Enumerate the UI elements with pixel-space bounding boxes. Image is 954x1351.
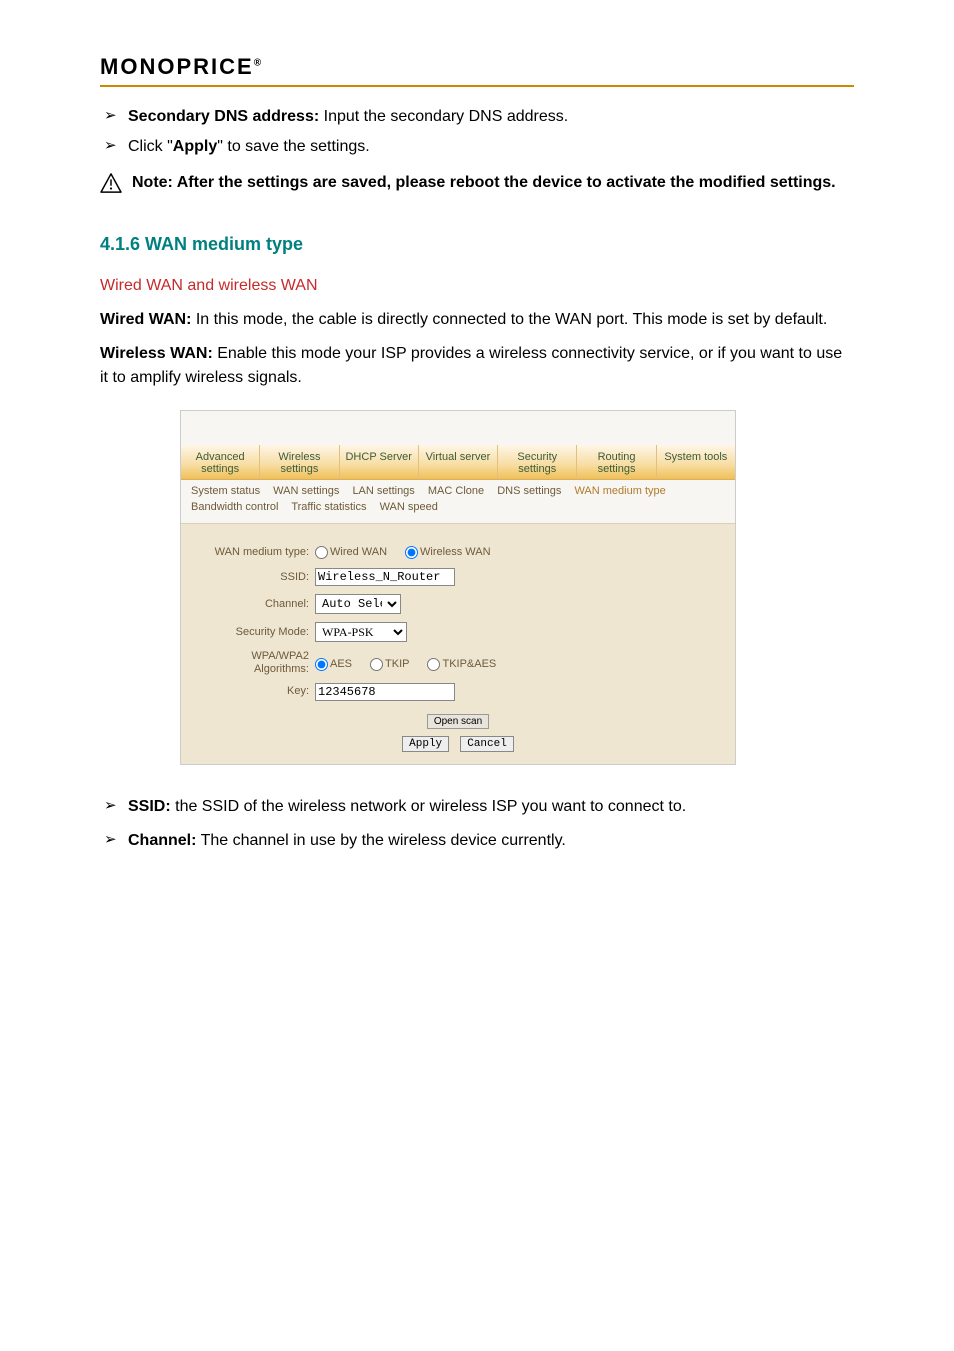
sub-nav: System status WAN settings LAN settings …: [181, 480, 735, 523]
note-text: Note: After the settings are saved, plea…: [132, 171, 836, 195]
label-medium-type: WAN medium type:: [195, 544, 315, 561]
list-item: Secondary DNS address: Input the seconda…: [100, 105, 854, 129]
label-ssid: SSID:: [195, 569, 315, 586]
tab-advanced[interactable]: Advanced settings: [181, 445, 260, 479]
label-channel: Channel:: [195, 596, 315, 613]
tab-security[interactable]: Security settings: [498, 445, 577, 479]
radio-tkipaes[interactable]: [427, 658, 440, 671]
security-select[interactable]: WPA-PSK: [315, 622, 407, 642]
tab-system[interactable]: System tools: [657, 445, 735, 479]
bullet-list-top: Secondary DNS address: Input the seconda…: [100, 105, 854, 159]
list-item: Click "Apply" to save the settings.: [100, 135, 854, 159]
tab-wireless[interactable]: Wireless settings: [260, 445, 339, 479]
subnav-bandwidth[interactable]: Bandwidth control: [191, 501, 278, 513]
channel-select[interactable]: Auto Select: [315, 594, 401, 614]
main-tabs: Advanced settings Wireless settings DHCP…: [181, 445, 735, 480]
ssid-input[interactable]: [315, 568, 455, 586]
radio-label: TKIP&AES: [442, 656, 496, 673]
key-input[interactable]: [315, 683, 455, 701]
router-screenshot: Advanced settings Wireless settings DHCP…: [180, 410, 736, 765]
radio-wired-wan[interactable]: [315, 546, 328, 559]
radio-label: Wireless WAN: [420, 544, 490, 561]
radio-label: TKIP: [385, 656, 409, 673]
paragraph: Wireless WAN: Enable this mode your ISP …: [100, 342, 854, 390]
cancel-button[interactable]: Cancel: [460, 736, 514, 752]
subnav-wan-speed[interactable]: WAN speed: [380, 501, 438, 513]
form-panel: WAN medium type: Wired WAN Wireless WAN …: [181, 523, 735, 764]
label-algorithm: WPA/WPA2 Algorithms:: [195, 650, 315, 674]
apply-button[interactable]: Apply: [402, 736, 449, 752]
paragraph-link: Wired WAN and wireless WAN: [100, 274, 854, 298]
radio-label: AES: [330, 656, 352, 673]
label-security: Security Mode:: [195, 624, 315, 641]
tab-virtual[interactable]: Virtual server: [419, 445, 498, 479]
label-key: Key:: [195, 683, 315, 700]
subnav-wan-settings[interactable]: WAN settings: [273, 485, 339, 497]
tab-dhcp[interactable]: DHCP Server: [340, 445, 419, 479]
section-heading: 4.1.6 WAN medium type: [100, 231, 854, 258]
note-block: Note: After the settings are saved, plea…: [100, 171, 854, 201]
brand-logo: MONOPRICE®: [100, 54, 263, 79]
radio-tkip[interactable]: [370, 658, 383, 671]
subnav-lan-settings[interactable]: LAN settings: [352, 485, 414, 497]
radio-wireless-wan[interactable]: [405, 546, 418, 559]
subnav-mac-clone[interactable]: MAC Clone: [428, 485, 484, 497]
tab-routing[interactable]: Routing settings: [577, 445, 656, 479]
radio-label: Wired WAN: [330, 544, 387, 561]
open-scan-button[interactable]: Open scan: [427, 714, 489, 729]
header-bar: MONOPRICE®: [100, 50, 854, 87]
subnav-system-status[interactable]: System status: [191, 485, 260, 497]
subnav-dns-settings[interactable]: DNS settings: [497, 485, 561, 497]
subnav-wan-medium[interactable]: WAN medium type: [574, 485, 665, 497]
paragraph: Wired WAN: In this mode, the cable is di…: [100, 308, 854, 332]
subnav-traffic[interactable]: Traffic statistics: [291, 501, 366, 513]
radio-aes[interactable]: [315, 658, 328, 671]
list-item: Channel: The channel in use by the wirel…: [100, 829, 854, 853]
warning-icon: [100, 171, 124, 201]
bullet-list-bottom: SSID: the SSID of the wireless network o…: [100, 795, 854, 853]
list-item: SSID: the SSID of the wireless network o…: [100, 795, 854, 819]
